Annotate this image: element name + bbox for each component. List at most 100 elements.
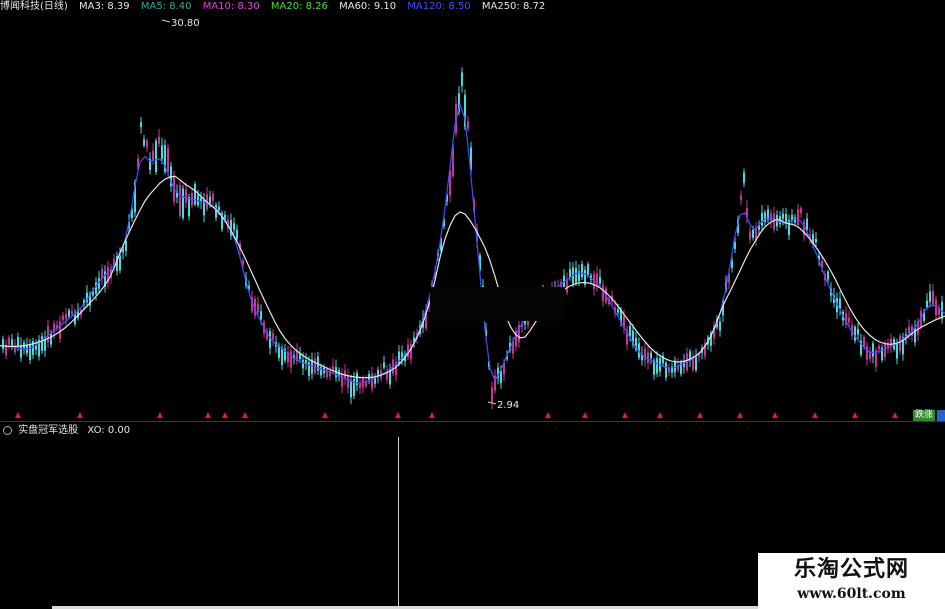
signal-marker: [205, 412, 211, 418]
candle-body: [629, 325, 631, 337]
signal-marker: [222, 412, 228, 418]
candle-body: [71, 311, 73, 315]
candle-body: [797, 209, 799, 225]
candle-body: [167, 147, 169, 173]
candle-body: [932, 290, 934, 305]
candle-body: [155, 140, 157, 173]
candle-body: [17, 337, 19, 347]
signal-marker: [157, 412, 163, 418]
candle-body: [305, 360, 307, 364]
candle-body: [656, 358, 658, 374]
candle-body: [929, 291, 931, 302]
candle-body: [857, 329, 859, 335]
signal-marker: [772, 412, 778, 418]
candle-body: [863, 337, 865, 347]
panel-divider[interactable]: [0, 421, 945, 422]
candle-body: [41, 336, 43, 351]
signal-marker: [697, 412, 703, 418]
candle-body: [890, 338, 892, 347]
candle-body: [272, 333, 274, 340]
candle-body: [359, 383, 361, 389]
signal-marker: [852, 412, 858, 418]
indicator-name[interactable]: 实盘冠军选股: [18, 425, 78, 436]
candle-body: [212, 193, 214, 201]
candle-body: [62, 315, 64, 321]
candle-body: [140, 122, 142, 128]
candle-body: [644, 348, 646, 361]
price-chart[interactable]: 30.80 2.94: [0, 0, 945, 421]
candle-body: [848, 317, 850, 323]
watermark-url: www.60lt.com: [797, 586, 906, 602]
signal-marker: [77, 412, 83, 418]
signal-marker: [812, 412, 818, 418]
candle-body: [20, 345, 22, 358]
candle-body: [878, 345, 880, 350]
candle-body: [218, 206, 220, 211]
candle-body: [908, 326, 910, 334]
signal-marker: [892, 412, 898, 418]
candle-body: [749, 231, 751, 240]
signal-marker: [395, 412, 401, 418]
candle-body: [770, 213, 772, 221]
signal-marker: [429, 412, 435, 418]
candle-body: [236, 229, 238, 240]
chart-mask-patch: [430, 287, 565, 321]
xo-readout: XO: 0.00: [87, 425, 131, 436]
candle-body: [146, 140, 148, 148]
candle-body: [467, 121, 469, 129]
candle-body: [158, 136, 160, 144]
candle-body: [242, 260, 244, 265]
signal-marker: [737, 412, 743, 418]
signal-marker: [582, 412, 588, 418]
high-price-label: 30.80: [171, 18, 200, 29]
candle-body: [692, 357, 694, 371]
candle-body: [782, 213, 784, 219]
candle-body: [587, 264, 589, 275]
candle-body: [806, 218, 808, 231]
candle-body: [65, 314, 67, 320]
candle-body: [740, 195, 742, 200]
candle-body: [260, 311, 262, 320]
candle-body: [350, 380, 352, 398]
candle-body: [761, 212, 763, 226]
candle-body: [383, 362, 385, 368]
candle-body: [179, 185, 181, 216]
candle-body: [68, 310, 70, 317]
candle-body: [347, 374, 349, 389]
settings-circle-icon[interactable]: [3, 425, 12, 435]
candle-body: [182, 188, 184, 219]
signal-marker: [545, 412, 551, 418]
candle-body: [371, 373, 373, 389]
candle-body: [866, 346, 868, 360]
candle-body: [752, 229, 754, 238]
candle-body: [209, 196, 211, 204]
candle-body: [566, 279, 568, 293]
candle-body: [95, 282, 97, 294]
candle-body: [194, 183, 196, 205]
candle-body: [281, 347, 283, 365]
candle-body: [914, 327, 916, 343]
candle-body: [2, 339, 4, 349]
candle-body: [233, 223, 235, 230]
crosshair-line: [398, 437, 399, 609]
candle-body: [290, 351, 292, 368]
candle-body: [581, 264, 583, 278]
high-pointer: [161, 19, 171, 23]
candle-body: [815, 238, 817, 243]
ma120-line: [0, 102, 945, 384]
candle-body: [491, 387, 493, 403]
candle-body: [794, 217, 796, 223]
candle-body: [872, 343, 874, 357]
candle-body: [869, 352, 871, 359]
candle-body: [650, 352, 652, 359]
signal-marker: [622, 412, 628, 418]
ma60-line: [0, 175, 945, 379]
signal-marker: [322, 412, 328, 418]
candle-body: [152, 150, 154, 161]
rise-fall-badge[interactable]: 跌涨: [913, 410, 936, 421]
candle-body: [314, 358, 316, 373]
candle-body: [302, 359, 304, 369]
candle-body: [896, 343, 898, 359]
candle-body: [125, 240, 127, 252]
candle-body: [926, 300, 928, 308]
